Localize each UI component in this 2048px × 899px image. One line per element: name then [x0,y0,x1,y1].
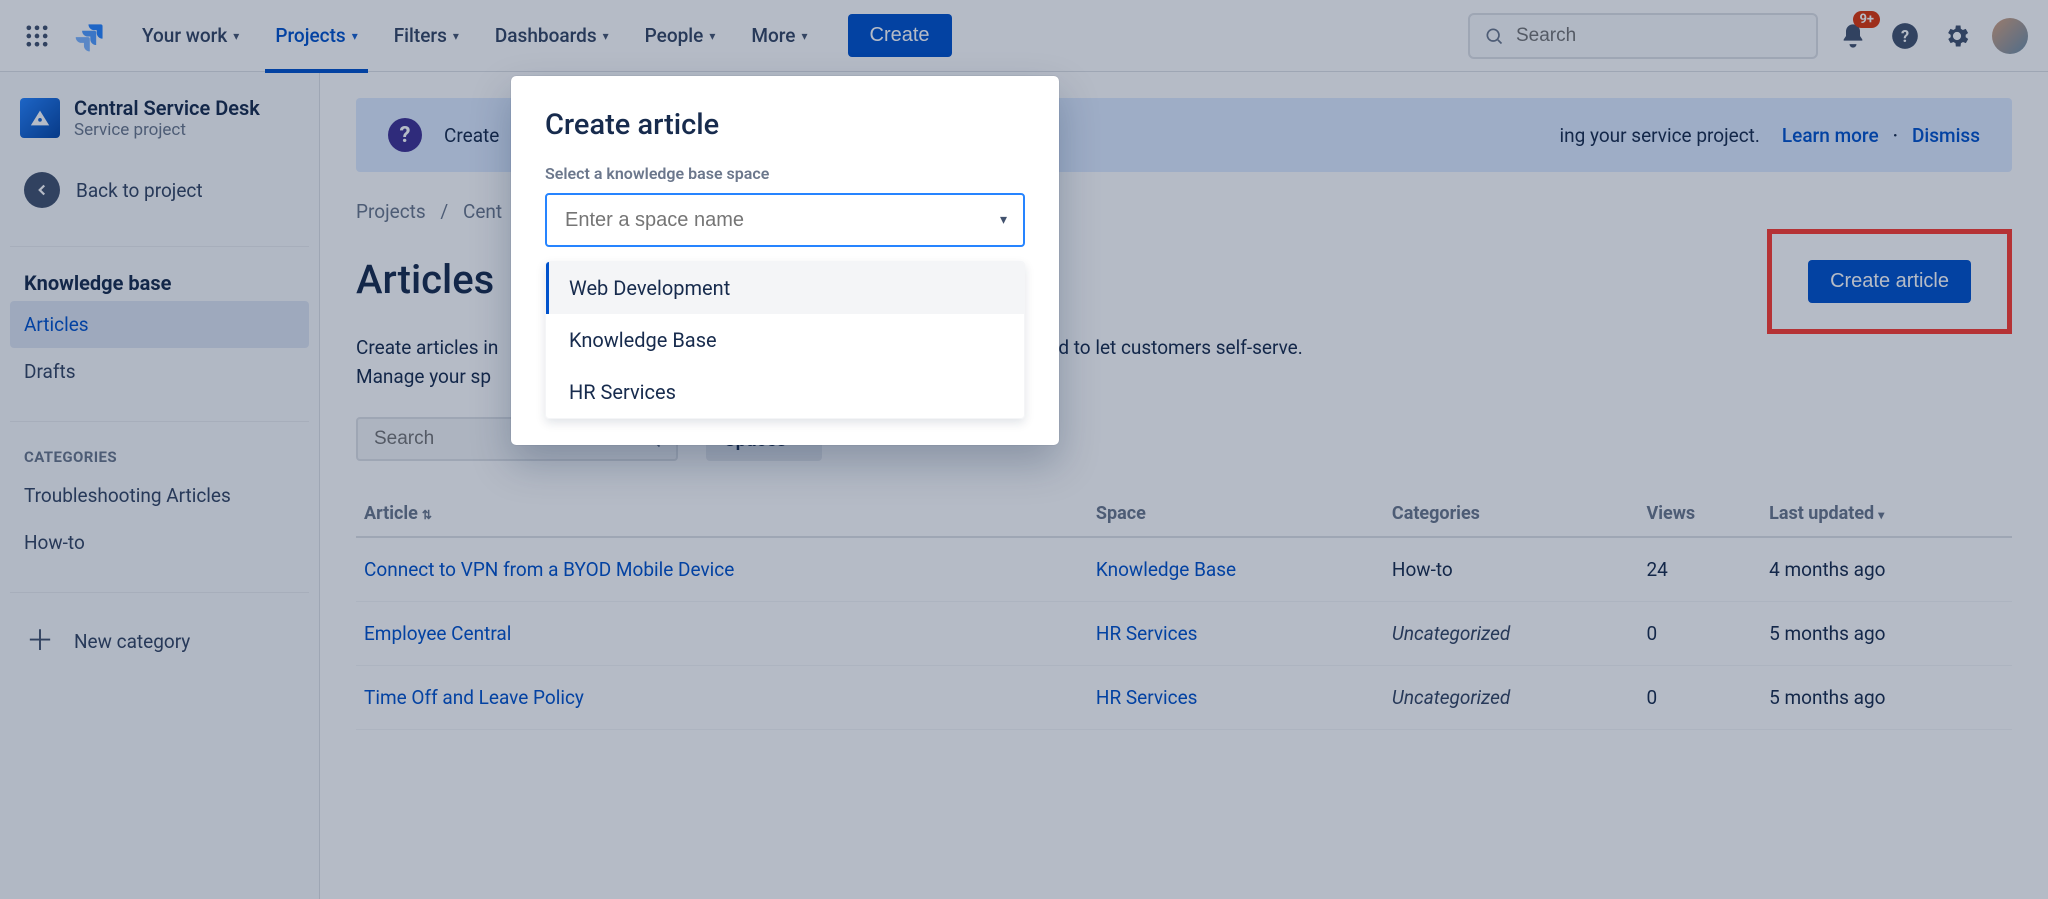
space-option-knowledge-base[interactable]: Knowledge Base [546,314,1024,366]
space-options-list: Web DevelopmentKnowledge BaseHR Services [545,261,1025,419]
create-article-modal: Create article Select a knowledge base s… [511,76,1059,445]
space-option-web-development[interactable]: Web Development [546,262,1024,314]
modal-title: Create article [545,108,1025,142]
space-input[interactable] [563,208,1000,233]
space-combobox[interactable]: ▾ [545,193,1025,247]
space-option-hr-services[interactable]: HR Services [546,366,1024,418]
chevron-down-icon: ▾ [1000,212,1007,228]
modal-field-label: Select a knowledge base space [545,164,1025,183]
